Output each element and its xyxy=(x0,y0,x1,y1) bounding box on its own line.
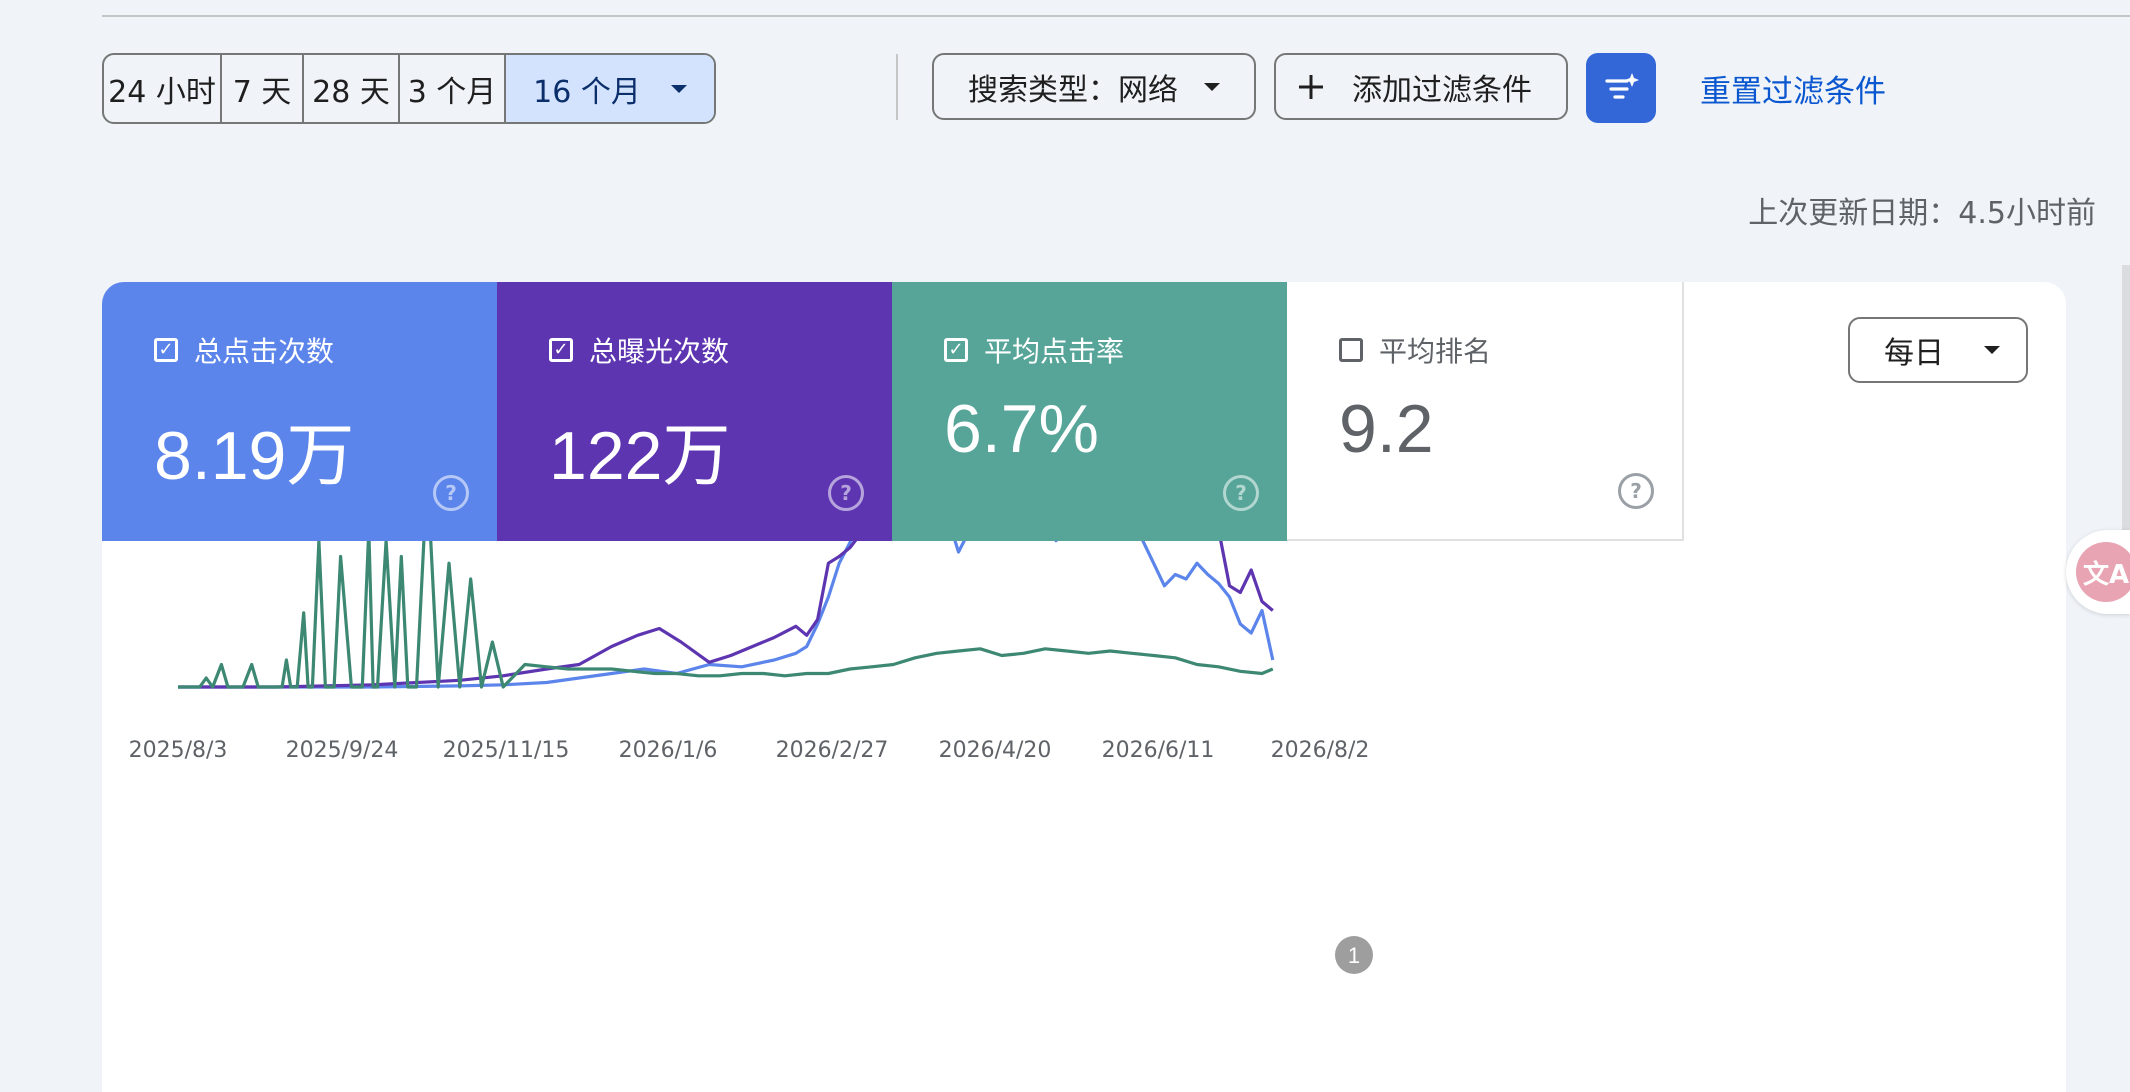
smart-filter-button[interactable] xyxy=(1586,53,1656,123)
reset-filters-link[interactable]: 重置过滤条件 xyxy=(1700,66,1886,111)
page-scrollbar[interactable] xyxy=(2122,265,2130,535)
x-tick-label: 2026/2/27 xyxy=(776,738,889,763)
x-tick-label: 2025/8/3 xyxy=(129,738,228,763)
help-icon[interactable]: ? xyxy=(1618,473,1654,509)
metric-label-text: 总曝光次数 xyxy=(589,335,730,368)
metric-label: 平均排名 xyxy=(1339,330,1491,370)
metric-label-text: 总点击次数 xyxy=(194,335,335,368)
x-tick-label: 2025/9/24 xyxy=(286,738,399,763)
performance-card: ✓ 总点击次数 8.19万 ? ✓ 总曝光次数 122万 ? ✓ 平均点击率 6… xyxy=(102,282,2066,1092)
metric-avg-ctr[interactable]: ✓ 平均点击率 6.7% ? xyxy=(892,282,1287,541)
range-24h-button[interactable]: 24 小时 xyxy=(104,55,222,122)
metric-value: 122万 xyxy=(549,418,731,494)
help-icon[interactable]: ? xyxy=(1223,475,1259,511)
metric-value: 6.7% xyxy=(944,391,1099,467)
search-type-dropdown[interactable]: 搜索类型：网络 xyxy=(932,53,1256,120)
metric-label-text: 平均点击率 xyxy=(984,335,1125,368)
frequency-dropdown[interactable]: 每日 xyxy=(1848,317,2028,383)
translate-button[interactable]: 文A xyxy=(2066,530,2130,614)
range-28d-button[interactable]: 28 天 xyxy=(304,55,400,122)
checkbox-unchecked-icon[interactable] xyxy=(1339,338,1363,362)
add-filter-button[interactable]: 添加过滤条件 xyxy=(1274,53,1568,120)
frequency-label: 每日 xyxy=(1884,336,1944,371)
checkbox-checked-icon[interactable]: ✓ xyxy=(944,338,968,362)
dropdown-caret-icon xyxy=(1984,346,2000,354)
help-icon[interactable]: ? xyxy=(828,475,864,511)
metric-value: 9.2 xyxy=(1339,391,1434,467)
metric-label-text: 平均排名 xyxy=(1379,335,1492,368)
date-range-segmented: 24 小时 7 天 28 天 3 个月 16 个月 xyxy=(102,53,716,124)
metric-avg-position[interactable]: 平均排名 9.2 ? xyxy=(1287,282,1684,541)
x-tick-label: 2026/6/11 xyxy=(1102,738,1215,763)
range-16m-label: 16 个月 xyxy=(533,74,641,110)
x-tick-label: 2026/1/6 xyxy=(619,738,718,763)
x-tick-label: 2025/11/15 xyxy=(443,738,570,763)
search-type-label: 搜索类型：网络 xyxy=(968,72,1178,108)
last-updated-text: 上次更新日期：4.5小时前 xyxy=(1748,196,2096,231)
metric-label: ✓ 平均点击率 xyxy=(944,330,1124,370)
translate-icon: 文A xyxy=(2076,542,2130,602)
performance-line-chart: 1 2025/8/3 2025/9/24 2025/11/15 2026/1/6 202… xyxy=(129,541,1373,974)
checkbox-checked-icon[interactable]: ✓ xyxy=(154,338,178,362)
checkbox-checked-icon[interactable]: ✓ xyxy=(549,338,573,362)
x-tick-label: 2026/8/2 xyxy=(1271,738,1370,763)
add-filter-label: 添加过滤条件 xyxy=(1352,72,1532,108)
metric-total-impressions[interactable]: ✓ 总曝光次数 122万 ? xyxy=(497,282,892,541)
annotation-marker[interactable]: 1 xyxy=(1335,936,1373,974)
top-divider xyxy=(102,15,2130,17)
metric-label: ✓ 总曝光次数 xyxy=(549,330,729,370)
range-16m-button[interactable]: 16 个月 xyxy=(506,55,714,122)
dropdown-caret-icon xyxy=(670,84,687,93)
range-7d-button[interactable]: 7 天 xyxy=(222,55,304,122)
annotation-badge-text: 1 xyxy=(1348,943,1360,968)
help-icon[interactable]: ? xyxy=(433,475,469,511)
x-tick-label: 2026/4/20 xyxy=(939,738,1052,763)
toolbar-divider xyxy=(896,54,898,120)
filter-sparkle-icon xyxy=(1605,73,1639,99)
dropdown-caret-icon xyxy=(1204,82,1220,91)
metric-label: ✓ 总点击次数 xyxy=(154,330,334,370)
range-3m-button[interactable]: 3 个月 xyxy=(400,55,506,122)
metric-total-clicks[interactable]: ✓ 总点击次数 8.19万 ? xyxy=(102,282,497,541)
metric-value: 8.19万 xyxy=(154,418,355,494)
plus-icon xyxy=(1299,74,1323,99)
